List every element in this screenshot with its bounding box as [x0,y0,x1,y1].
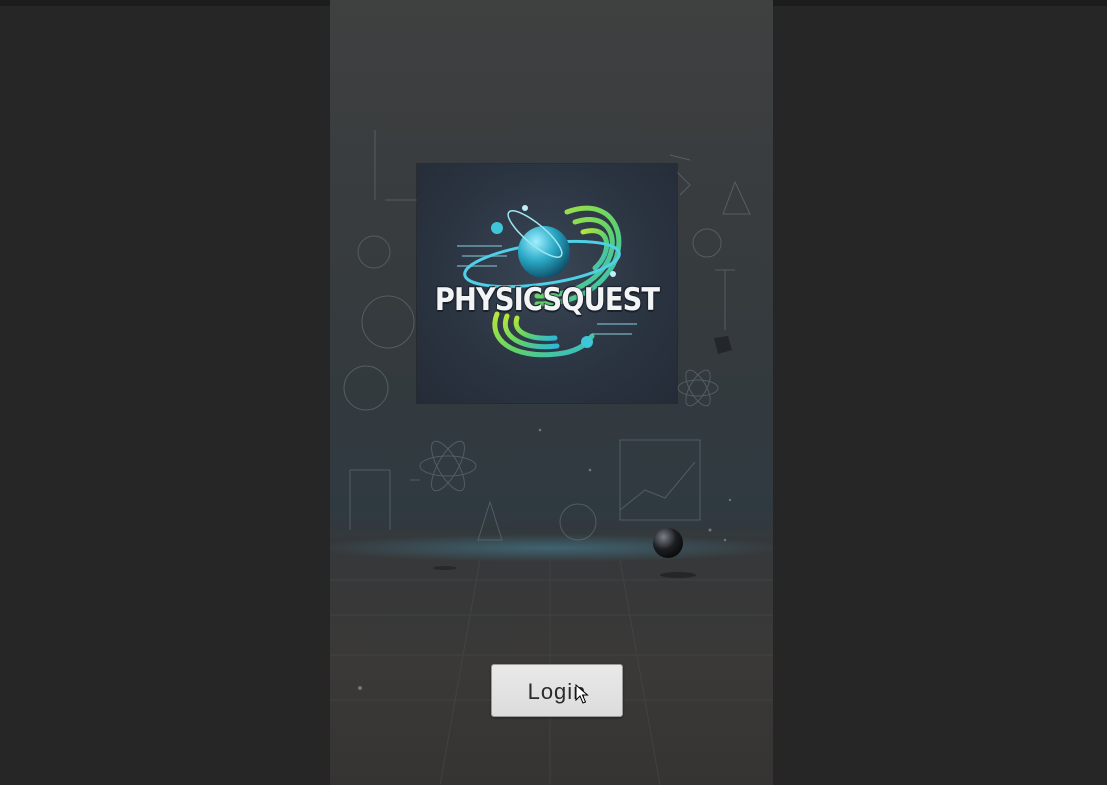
app-viewport: PHYSICSQUEST Login [0,0,1107,785]
mouse-pointer-icon [575,684,589,704]
logo-wordmark: PHYSICSQUEST [434,282,660,318]
login-button[interactable]: Login [491,664,623,717]
login-screen: PHYSICSQUEST Login [330,0,773,785]
app-logo: PHYSICSQUEST [417,164,677,403]
